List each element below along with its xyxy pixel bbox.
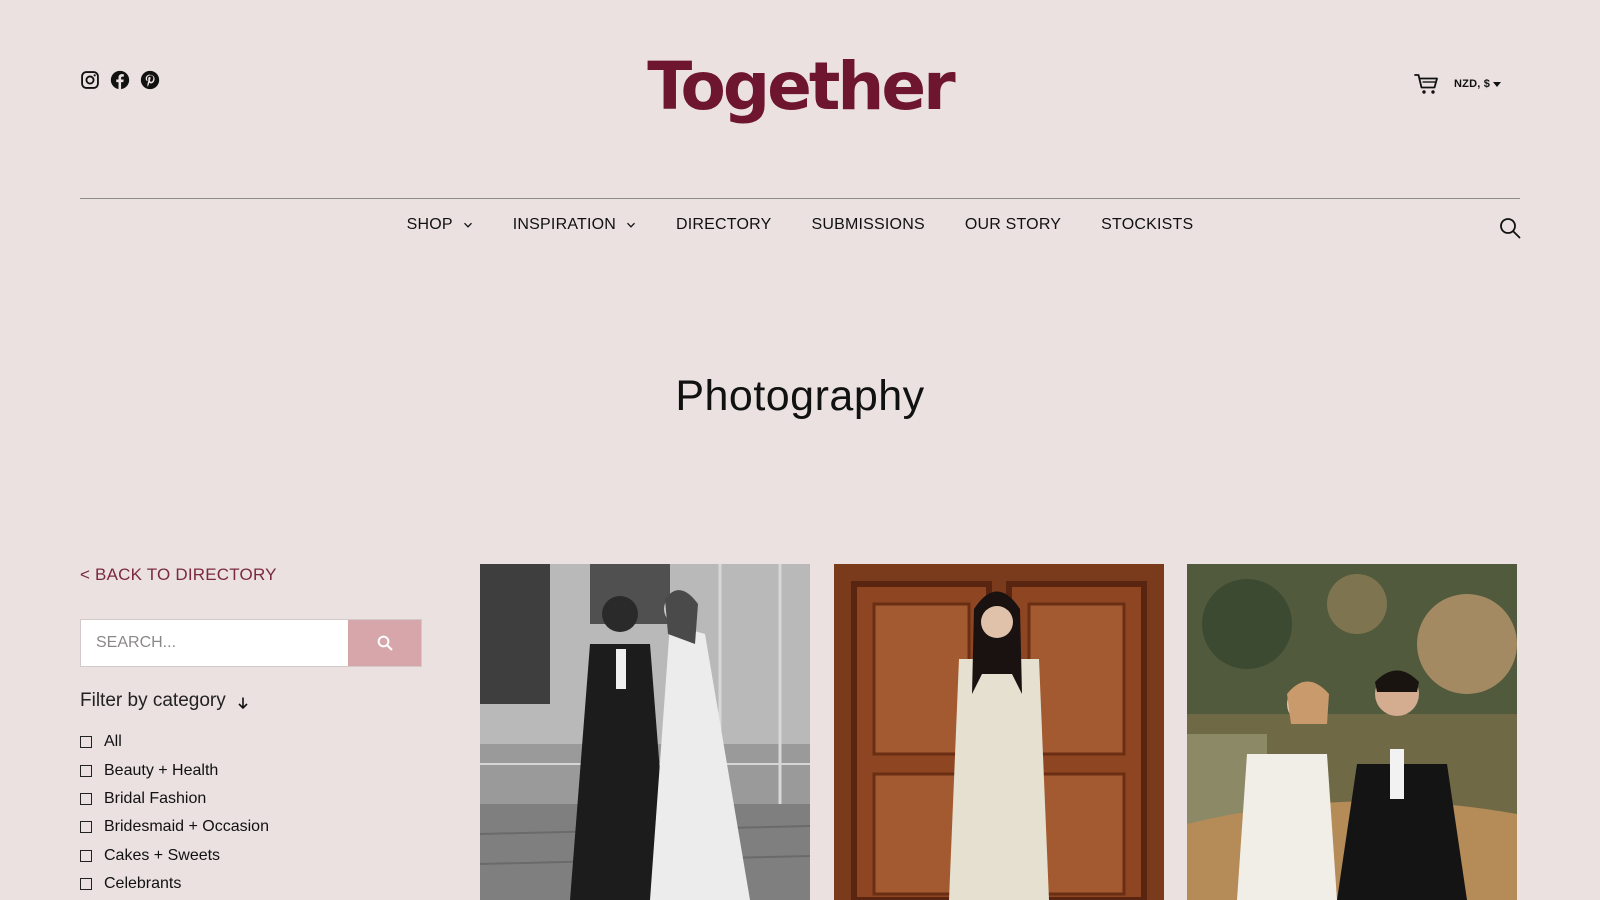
search-icon <box>377 635 392 651</box>
filter-title: Filter by category <box>80 690 226 711</box>
category-item-beauty-health[interactable]: Beauty + Health <box>80 756 269 784</box>
caret-down-icon <box>1493 81 1502 87</box>
chevron-down-icon <box>463 222 472 228</box>
vendor-card-image[interactable] <box>1187 564 1517 900</box>
nav-item-our-story[interactable]: OUR STORY <box>945 216 1081 234</box>
nav-item-label: SUBMISSIONS <box>811 216 925 233</box>
header-divider <box>80 198 1520 199</box>
category-label: Bridesmaid + Occasion <box>104 818 269 836</box>
couple-photo-tapestry <box>1187 564 1517 900</box>
nav-item-stockists[interactable]: STOCKISTS <box>1081 216 1213 234</box>
category-label: Beauty + Health <box>104 761 219 779</box>
directory-search <box>80 619 422 667</box>
category-item-celebrants[interactable]: Celebrants <box>80 870 269 898</box>
nav-item-shop[interactable]: SHOP <box>387 216 493 234</box>
portrait-photo-door <box>834 564 1164 900</box>
checkbox[interactable] <box>80 849 92 862</box>
checkbox[interactable] <box>80 736 92 749</box>
back-to-directory-link[interactable]: < BACK TO DIRECTORY <box>80 565 277 585</box>
category-item-bridesmaid-occasion[interactable]: Bridesmaid + Occasion <box>80 813 269 841</box>
nav-item-label: INSPIRATION <box>512 216 617 233</box>
main-nav: SHOP INSPIRATION DIRECTORY SUBMISSIONS O… <box>0 216 1600 234</box>
nav-item-label: OUR STORY <box>964 216 1062 233</box>
currency-label: NZD, $ <box>1454 78 1491 90</box>
nav-item-label: SHOP <box>406 216 453 233</box>
category-label: All <box>104 733 122 751</box>
checkbox[interactable] <box>80 878 92 891</box>
chevron-down-icon <box>627 222 635 228</box>
vendor-card-image[interactable] <box>480 564 810 900</box>
search-input[interactable] <box>81 620 348 666</box>
category-item-cakes-sweets[interactable]: Cakes + Sweets <box>80 842 269 870</box>
search-icon[interactable] <box>1498 216 1522 240</box>
category-list: All Beauty + Health Bridal Fashion Bride… <box>80 728 269 898</box>
nav-item-submissions[interactable]: SUBMISSIONS <box>791 216 944 234</box>
arrow-down-icon <box>238 697 248 710</box>
category-label: Cakes + Sweets <box>104 846 221 864</box>
filter-toggle[interactable]: Filter by category <box>80 690 250 712</box>
page: Together NZD, $ SHOP INSPIRATION DIRECTO… <box>0 0 1600 900</box>
search-submit-button[interactable] <box>348 620 421 666</box>
currency-selector[interactable]: NZD, $ <box>1454 78 1502 90</box>
category-label: Bridal Fashion <box>104 789 207 807</box>
checkbox[interactable] <box>80 764 92 777</box>
category-label: Celebrants <box>104 875 182 893</box>
nav-item-label: DIRECTORY <box>676 216 772 233</box>
nav-item-label: STOCKISTS <box>1101 216 1194 233</box>
checkbox[interactable] <box>80 792 92 805</box>
category-item-bridal-fashion[interactable]: Bridal Fashion <box>80 785 269 813</box>
nav-item-directory[interactable]: DIRECTORY <box>656 216 791 234</box>
nav-item-inspiration[interactable]: INSPIRATION <box>493 216 656 234</box>
category-item-all[interactable]: All <box>80 728 269 756</box>
site-logo[interactable]: Together <box>0 48 1600 125</box>
couple-photo-bw <box>480 564 810 900</box>
page-title: Photography <box>675 372 925 420</box>
cart-icon[interactable] <box>1414 72 1440 96</box>
vendor-card-image[interactable] <box>834 564 1164 900</box>
checkbox[interactable] <box>80 821 92 834</box>
